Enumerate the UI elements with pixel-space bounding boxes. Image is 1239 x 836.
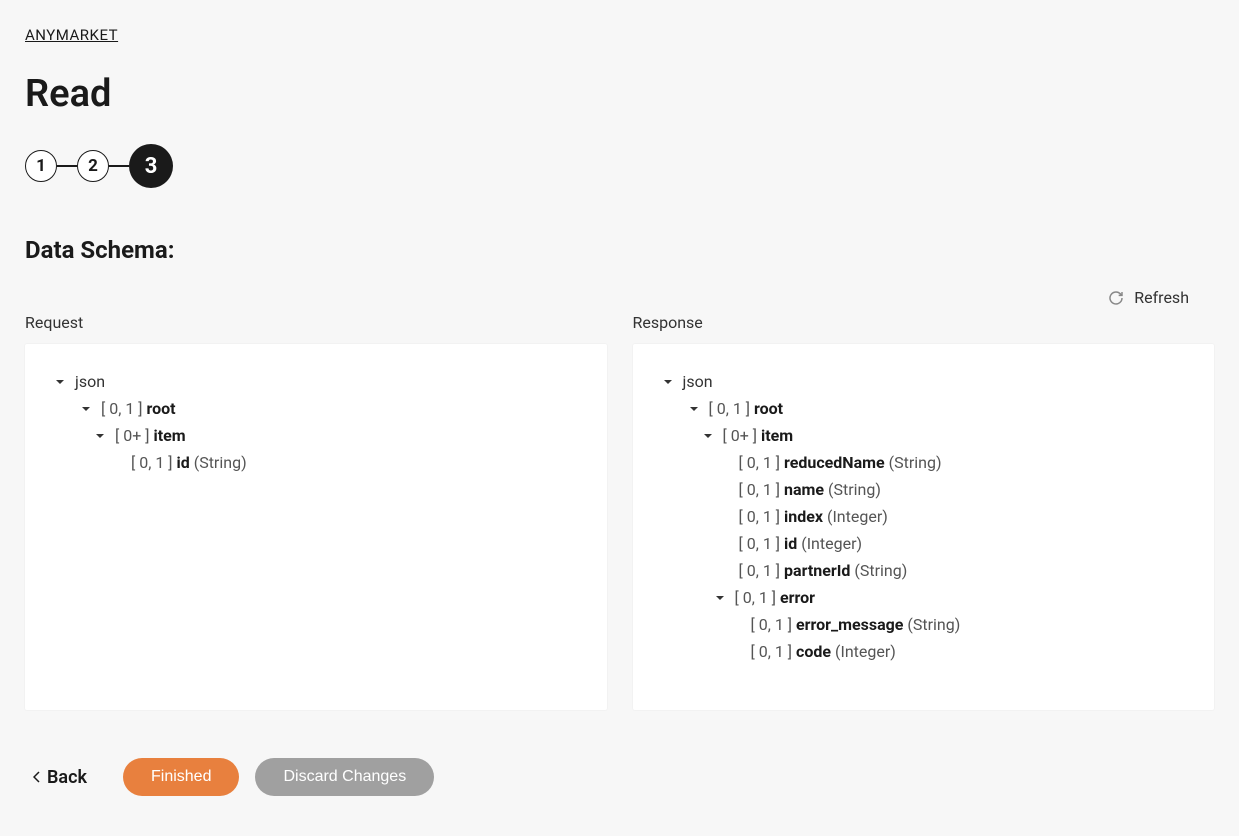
- tree-node-type: (Integer): [823, 507, 888, 526]
- tree-node-cardinality: [ 0+ ]: [115, 426, 153, 445]
- tree-node-cardinality: [ 0, 1 ]: [131, 453, 177, 472]
- tree-node: [ 0, 1 ] root: [661, 395, 1187, 422]
- step-2[interactable]: 2: [77, 150, 109, 182]
- tree-node-type: (Integer): [797, 534, 862, 553]
- refresh-label: Refresh: [1134, 288, 1189, 307]
- tree-node: [ 0, 1 ] id (Integer): [661, 530, 1187, 557]
- chevron-down-icon[interactable]: [713, 593, 727, 603]
- tree-node: [ 0, 1 ] reducedName (String): [661, 449, 1187, 476]
- panel-label-response: Response: [633, 313, 1215, 332]
- tree-node-name: item: [153, 426, 185, 445]
- tree-node-label: json: [75, 372, 105, 391]
- tree-node-cardinality: [ 0, 1 ]: [739, 480, 785, 499]
- chevron-down-icon[interactable]: [701, 431, 715, 441]
- chevron-down-icon[interactable]: [79, 404, 93, 414]
- finished-button[interactable]: Finished: [123, 758, 239, 796]
- back-button[interactable]: Back: [33, 767, 107, 788]
- tree-node: [ 0, 1 ] partnerId (String): [661, 557, 1187, 584]
- tree-node-type: (String): [824, 480, 881, 499]
- tree-node-name: partnerId: [784, 561, 850, 580]
- chevron-down-icon[interactable]: [687, 404, 701, 414]
- step-connector: [57, 165, 77, 167]
- tree-node-name: id: [177, 453, 190, 472]
- tree-node: [ 0+ ] item: [661, 422, 1187, 449]
- tree-node-type: (String): [885, 453, 942, 472]
- tree-node-cardinality: [ 0, 1 ]: [751, 642, 797, 661]
- tree-node-cardinality: [ 0, 1 ]: [739, 507, 785, 526]
- chevron-down-icon[interactable]: [93, 431, 107, 441]
- chevron-left-icon: [33, 771, 41, 783]
- chevron-down-icon[interactable]: [661, 377, 675, 387]
- tree-node: [ 0, 1 ] error: [661, 584, 1187, 611]
- tree-node: [ 0, 1 ] code (Integer): [661, 638, 1187, 665]
- tree-node-name: root: [754, 399, 783, 418]
- tree-node-name: error_message: [796, 615, 903, 634]
- tree-node: [ 0+ ] item: [53, 422, 579, 449]
- tree-node-cardinality: [ 0, 1 ]: [739, 561, 785, 580]
- tree-node-name: id: [784, 534, 797, 553]
- tree-node-label: json: [683, 372, 713, 391]
- back-label: Back: [47, 767, 87, 788]
- chevron-down-icon[interactable]: [53, 377, 67, 387]
- tree-node-name: item: [761, 426, 793, 445]
- breadcrumb-link[interactable]: ANYMARKET: [25, 26, 118, 44]
- tree-node: [ 0, 1 ] root: [53, 395, 579, 422]
- tree-node: json: [53, 368, 579, 395]
- panel-card-response: json[ 0, 1 ] root[ 0+ ] item[ 0, 1 ] red…: [633, 344, 1215, 710]
- step-3[interactable]: 3: [129, 144, 173, 188]
- tree-node-name: name: [784, 480, 824, 499]
- tree-node-type: (Integer): [831, 642, 896, 661]
- tree-node-cardinality: [ 0, 1 ]: [709, 399, 755, 418]
- section-title-data-schema: Data Schema:: [25, 236, 1214, 264]
- tree-node-name: root: [147, 399, 176, 418]
- tree-node: json: [661, 368, 1187, 395]
- tree-node: [ 0, 1 ] id (String): [53, 449, 579, 476]
- tree-node-type: (String): [190, 453, 247, 472]
- stepper: 123: [25, 144, 1214, 188]
- tree-node-name: reducedName: [784, 453, 885, 472]
- tree-node-cardinality: [ 0, 1 ]: [751, 615, 797, 634]
- tree-node-cardinality: [ 0, 1 ]: [735, 588, 781, 607]
- tree-node-cardinality: [ 0, 1 ]: [739, 534, 785, 553]
- tree-node: [ 0, 1 ] error_message (String): [661, 611, 1187, 638]
- tree-node: [ 0, 1 ] name (String): [661, 476, 1187, 503]
- discard-changes-button[interactable]: Discard Changes: [255, 758, 434, 796]
- tree-node-cardinality: [ 0+ ]: [723, 426, 761, 445]
- panel-card-request: json[ 0, 1 ] root[ 0+ ] item[ 0, 1 ] id …: [25, 344, 607, 710]
- page-title: Read: [25, 72, 1214, 116]
- tree-node-cardinality: [ 0, 1 ]: [739, 453, 785, 472]
- refresh-button[interactable]: Refresh: [1108, 288, 1189, 307]
- refresh-icon: [1108, 290, 1124, 306]
- panel-label-request: Request: [25, 313, 607, 332]
- tree-node: [ 0, 1 ] index (Integer): [661, 503, 1187, 530]
- step-connector: [109, 165, 129, 167]
- tree-node-name: error: [780, 588, 815, 607]
- step-1[interactable]: 1: [25, 150, 57, 182]
- tree-node-cardinality: [ 0, 1 ]: [101, 399, 147, 418]
- tree-node-name: code: [796, 642, 831, 661]
- tree-node-type: (String): [850, 561, 907, 580]
- tree-node-type: (String): [903, 615, 960, 634]
- tree-node-name: index: [784, 507, 823, 526]
